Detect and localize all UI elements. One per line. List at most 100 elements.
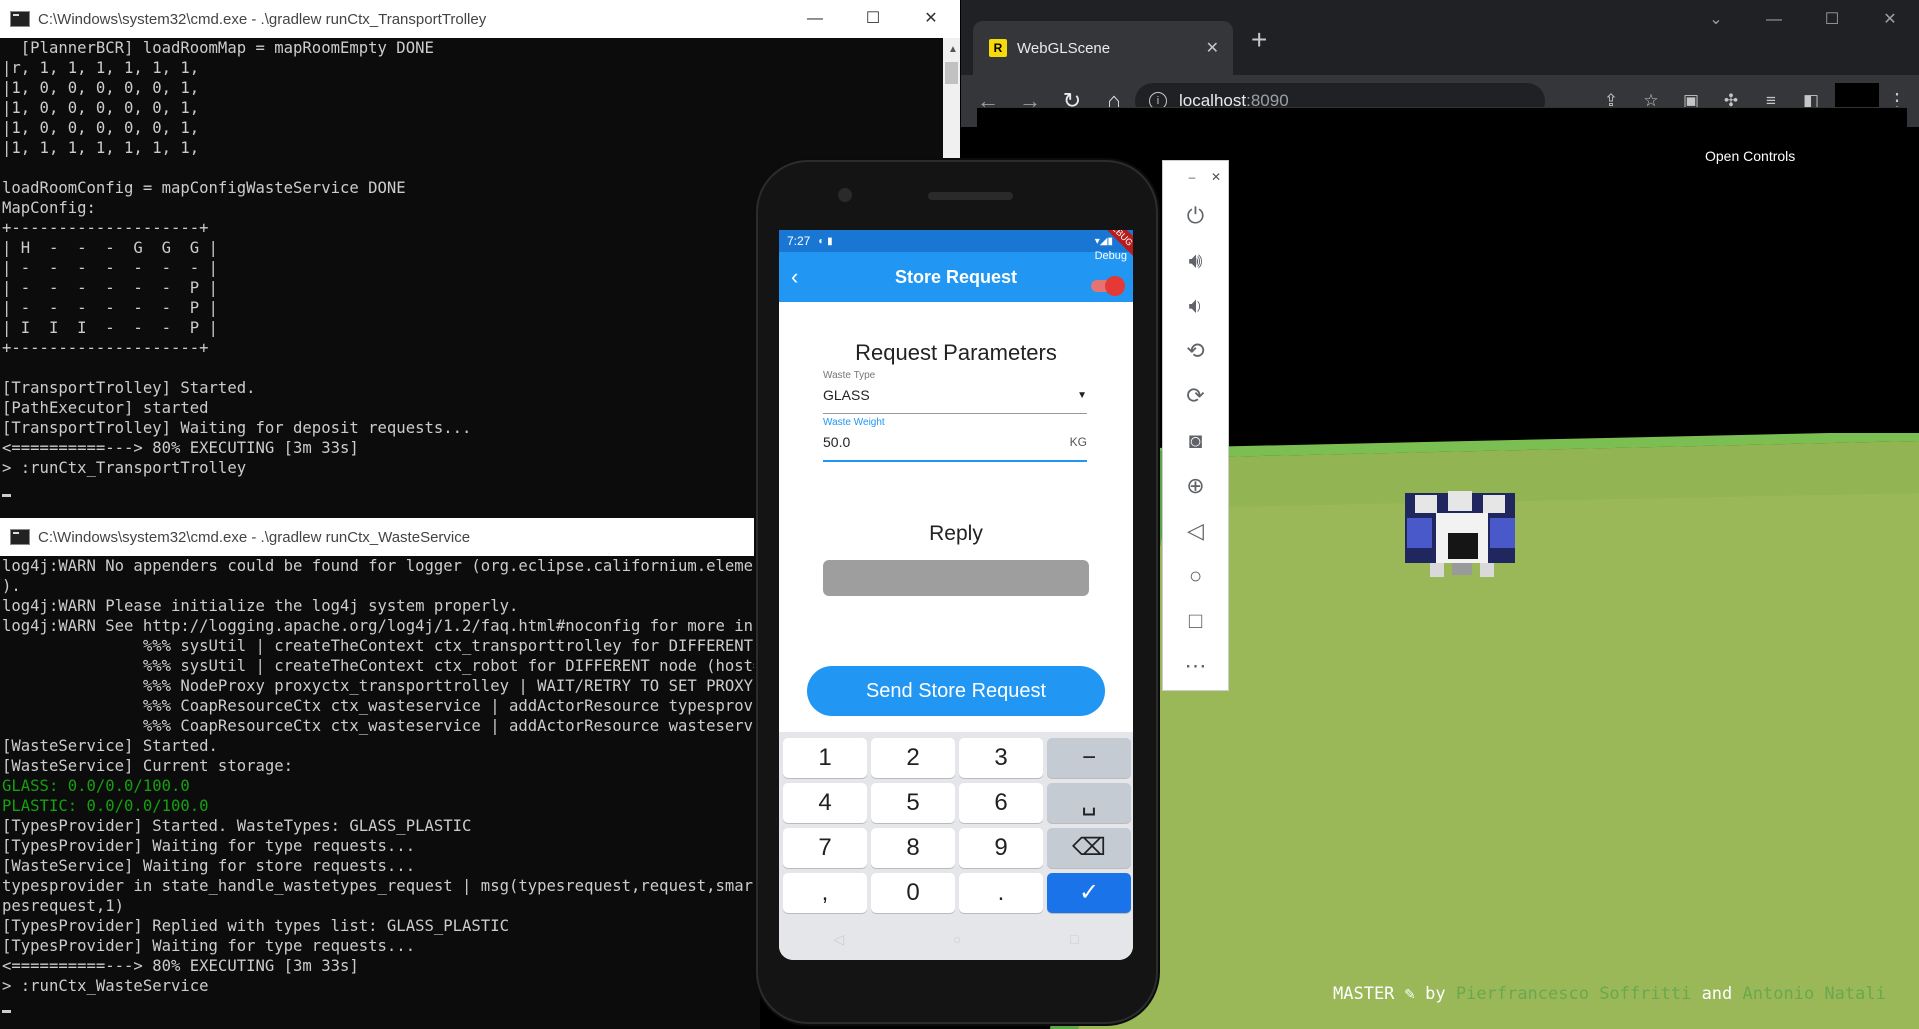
nav-home-icon[interactable]: ○ <box>953 931 961 947</box>
terminal-line: GLASS: 0.0/0.0/100.0 <box>2 777 190 795</box>
minimize-icon[interactable]: — <box>1745 0 1803 40</box>
cmd-icon <box>10 11 30 27</box>
terminal-line: |1, 0, 0, 0, 0, 0, 1, <box>2 99 200 117</box>
request-parameters-heading: Request Parameters <box>855 340 1057 365</box>
send-store-request-button[interactable]: Send Store Request <box>807 666 1105 716</box>
key-0[interactable]: 1 <box>783 738 867 778</box>
footer-master: MASTER <box>1333 984 1395 1004</box>
power-icon[interactable]: ⏻ <box>1163 193 1228 238</box>
close-icon[interactable]: ✕ <box>1204 170 1228 184</box>
android-navbar: ◁ ○ □ <box>779 918 1133 960</box>
app-bar: ‹ Store Request Debug <box>779 250 1133 302</box>
status-time: 7:27 <box>787 234 811 248</box>
maximize-icon[interactable]: ☐ <box>1803 0 1861 40</box>
key-1[interactable]: 2 <box>871 738 955 778</box>
key-4[interactable]: 4 <box>783 783 867 823</box>
key-10[interactable]: 9 <box>959 828 1043 868</box>
close-icon[interactable]: ✕ <box>1861 0 1919 40</box>
android-emulator-phone: 7:27 ◐ ▮ ▾◢▮ ‹ Store Request Debug DEBUG… <box>756 160 1158 1024</box>
terminal-line: PLASTIC: 0.0/0.0/100.0 <box>2 797 209 815</box>
cmd-titlebar[interactable]: C:\Windows\system32\cmd.exe - .\gradlew … <box>0 0 960 38</box>
home-icon[interactable]: ○ <box>1163 553 1228 598</box>
terminal-line: |1, 0, 0, 0, 0, 0, 1, <box>2 79 200 97</box>
zoom-icon[interactable]: ⊕ <box>1163 463 1228 508</box>
rotate-left-icon[interactable]: ⟲ <box>1163 328 1228 373</box>
debug-toggle[interactable] <box>1091 276 1125 296</box>
terminal-line: typesprovider in state_handle_wastetypes… <box>2 877 760 895</box>
rotate-right-icon[interactable]: ⟳ <box>1163 373 1228 418</box>
terminal-line: [WasteService] Started. <box>2 737 218 755</box>
key-14[interactable]: . <box>959 873 1043 913</box>
key-11[interactable]: ⌫ <box>1047 828 1131 868</box>
key-8[interactable]: 7 <box>783 828 867 868</box>
tab-webglscene[interactable]: R WebGLScene ✕ <box>973 21 1233 75</box>
cmd-titlebar[interactable]: C:\Windows\system32\cmd.exe - .\gradlew … <box>0 518 760 556</box>
weight-unit: KG <box>1069 435 1087 449</box>
cmd-title: C:\Windows\system32\cmd.exe - .\gradlew … <box>38 10 487 28</box>
reply-heading: Reply <box>929 522 983 545</box>
phone-screen[interactable]: 7:27 ◐ ▮ ▾◢▮ ‹ Store Request Debug DEBUG… <box>779 230 1133 960</box>
terminal-line: [TypesProvider] Started. WasteTypes: GLA… <box>2 817 472 835</box>
key-13[interactable]: 0 <box>871 873 955 913</box>
terminal-line: %%% sysUtil | createTheContext ctx_robot… <box>2 657 760 675</box>
cmd-icon <box>10 529 30 545</box>
key-12[interactable]: , <box>783 873 867 913</box>
open-controls-link[interactable]: Open Controls <box>1705 148 1795 164</box>
volume-up-icon[interactable]: 🔊︎ <box>1163 238 1228 283</box>
waste-weight-field[interactable]: Waste Weight 50.0 KG <box>823 417 1087 462</box>
status-bar: 7:27 ◐ ▮ ▾◢▮ <box>779 230 1133 252</box>
terminal-line: |r, 1, 1, 1, 1, 1, 1, <box>2 59 200 77</box>
volume-down-icon[interactable]: 🔉︎ <box>1163 283 1228 328</box>
terminal-line: [TypesProvider] Waiting for type request… <box>2 937 416 955</box>
footer-by: by <box>1425 984 1446 1004</box>
close-icon[interactable]: ✕ <box>902 0 960 38</box>
nav-recents-icon[interactable]: □ <box>1070 931 1078 947</box>
bookmark-bar <box>977 107 1907 140</box>
close-tab-icon[interactable]: ✕ <box>1206 38 1219 58</box>
terminal-line: <==========---> 80% EXECUTING [3m 33s] <box>2 957 359 975</box>
debug-label: Debug <box>1094 250 1127 262</box>
waste-weight-value: 50.0 <box>823 434 851 450</box>
speaker <box>928 192 1013 200</box>
nav-back-icon[interactable]: ◁ <box>833 931 844 948</box>
key-15[interactable]: ✓ <box>1047 873 1131 913</box>
scene-footer: MASTER ✎ by Pierfrancesco Soffritti and … <box>1333 984 1886 1004</box>
key-7[interactable]: ␣ <box>1047 783 1131 823</box>
minimize-icon[interactable]: – <box>1180 170 1204 184</box>
tab-bar: R WebGLScene ✕ + ⌄ — ☐ ✕ <box>961 0 1919 75</box>
terminal-line: %%% CoapResourceCtx ctx_wasteservice | a… <box>2 717 760 735</box>
footer-and: and <box>1701 984 1733 1004</box>
terminal-line: [TypesProvider] Waiting for type request… <box>2 837 416 855</box>
signal-icon: ▾◢▮ <box>1094 235 1113 247</box>
waste-type-value: GLASS <box>823 387 870 403</box>
key-2[interactable]: 3 <box>959 738 1043 778</box>
waste-type-dropdown[interactable]: Waste Type GLASS ▼ <box>823 370 1087 414</box>
maximize-icon[interactable]: ☐ <box>844 0 902 38</box>
terminal-output: log4j:WARN No appenders could be found f… <box>0 556 760 996</box>
tab-title: WebGLScene <box>1017 39 1111 57</box>
more-icon[interactable]: ⋯ <box>1163 643 1228 688</box>
minimize-icon[interactable]: — <box>786 0 844 38</box>
favicon-icon: R <box>989 39 1007 57</box>
chevron-down-icon[interactable]: ⌄ <box>1687 0 1745 40</box>
key-9[interactable]: 8 <box>871 828 955 868</box>
cmd-title: C:\Windows\system32\cmd.exe - .\gradlew … <box>38 528 471 546</box>
terminal-cursor <box>2 1010 11 1013</box>
app-title: Store Request <box>894 267 1018 287</box>
terminal-line: [WasteService] Current storage: <box>2 757 294 775</box>
status-icons: ◐ ▮ <box>818 235 833 247</box>
terminal-line: |1, 0, 0, 0, 0, 0, 1, <box>2 119 200 137</box>
back-icon[interactable]: ◁ <box>1163 508 1228 553</box>
key-3[interactable]: − <box>1047 738 1131 778</box>
camera-icon[interactable]: ◙ <box>1163 418 1228 463</box>
terminal-line: [WasteService] Waiting for store request… <box>2 857 416 875</box>
terminal-line: ). <box>2 577 21 595</box>
waste-type-label: Waste Type <box>823 370 876 381</box>
new-tab-icon[interactable]: + <box>1251 24 1267 56</box>
key-5[interactable]: 5 <box>871 783 955 823</box>
pen-icon: ✎ <box>1404 984 1415 1004</box>
cmd-window-waste-service[interactable]: C:\Windows\system32\cmd.exe - .\gradlew … <box>0 518 760 1029</box>
overview-icon[interactable]: □ <box>1163 598 1228 643</box>
reply-box <box>823 560 1089 596</box>
key-6[interactable]: 6 <box>959 783 1043 823</box>
